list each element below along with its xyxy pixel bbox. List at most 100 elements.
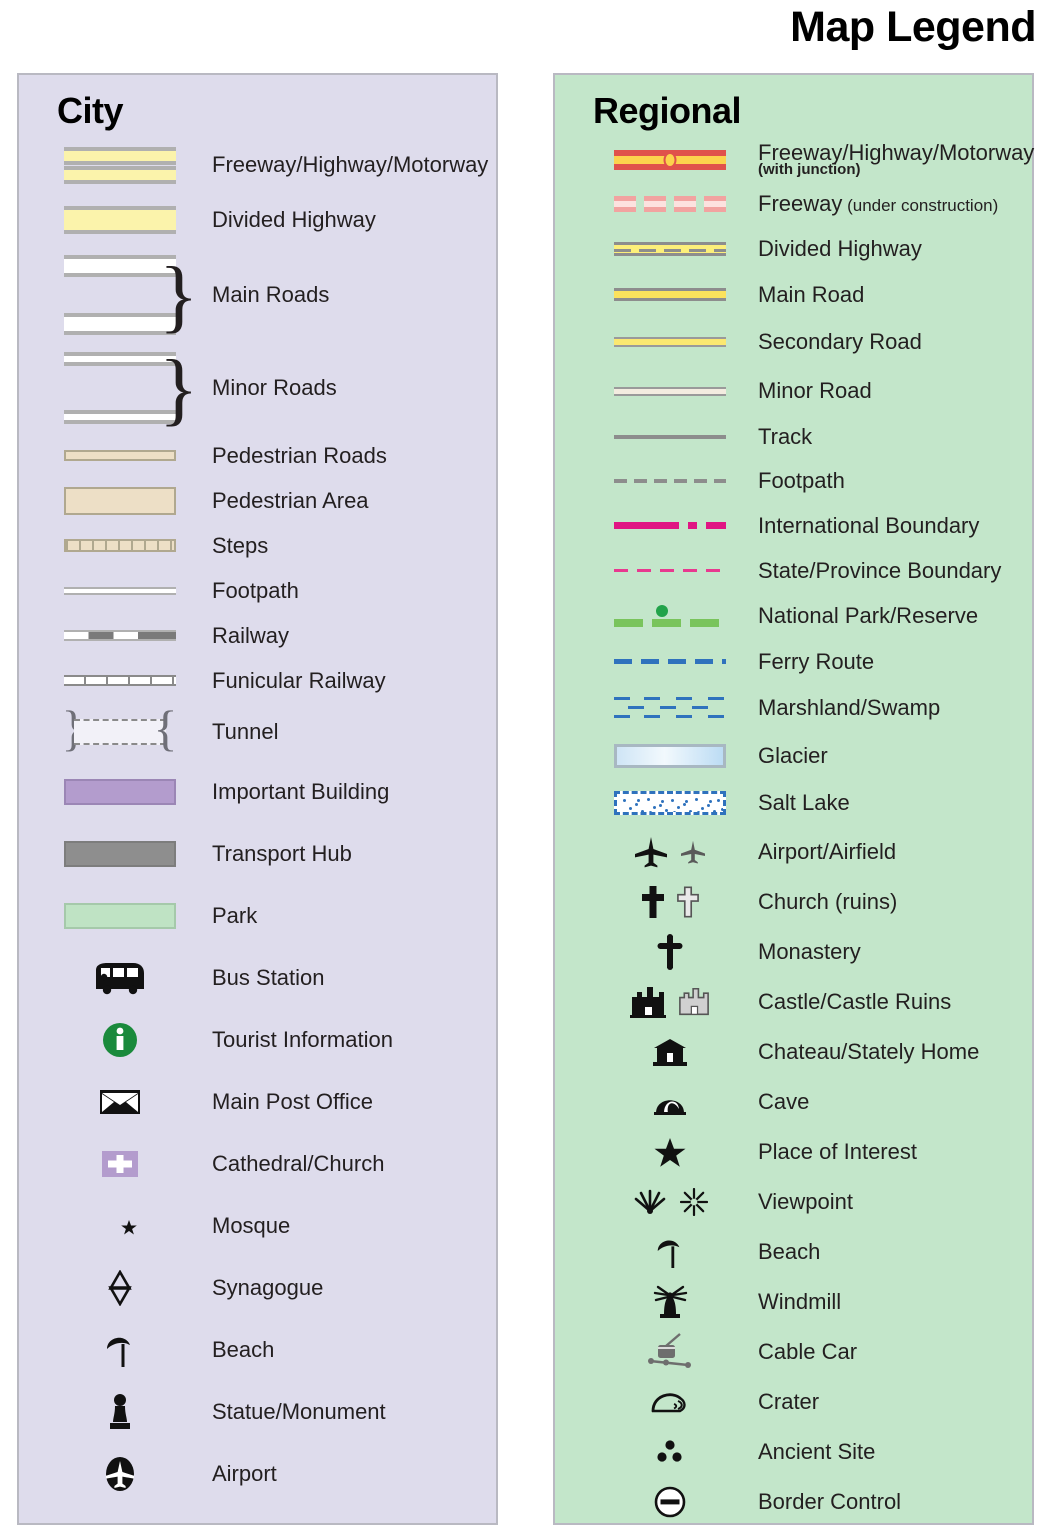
ferry-route-symbol	[600, 659, 740, 664]
glacier-swatch-symbol	[600, 743, 740, 768]
legend-label: Windmill	[758, 1289, 842, 1315]
regional-freeway-under-construction-symbol	[600, 196, 740, 212]
legend-row-regional-freeway-junction: Freeway/Highway/Motorway (with junction)	[555, 137, 1034, 182]
legend-row-regional-chateau: Chateau/Stately Home	[555, 1027, 1032, 1077]
footpath-thin-line-symbol	[42, 586, 197, 595]
marshland-pattern-symbol	[600, 695, 740, 721]
legend-label: Place of Interest	[758, 1139, 917, 1165]
transport-hub-swatch-symbol	[42, 841, 197, 867]
star-icon	[600, 1137, 740, 1168]
legend-row-regional-castle: Castle/Castle Ruins	[555, 977, 1032, 1027]
legend-row-city-pedestrian-roads: Pedestrian Roads	[19, 433, 496, 478]
legend-row-city-tunnel: } { Tunnel	[19, 703, 496, 761]
legend-label: Footpath	[758, 468, 845, 494]
legend-label: Transport Hub	[212, 841, 352, 867]
legend-label: Mosque	[212, 1213, 291, 1239]
legend-row-regional-ferry-route: Ferry Route	[555, 639, 1032, 684]
legend-label: Freeway/Highway/Motorway	[212, 152, 489, 178]
legend-row-city-beach: Beach	[19, 1319, 496, 1381]
legend-row-city-important-building: Important Building	[19, 761, 496, 823]
regional-secondary-road-symbol	[600, 337, 740, 347]
legend-label: Border Control	[758, 1489, 902, 1515]
cave-icon	[600, 1087, 740, 1117]
castle-icons	[600, 985, 740, 1019]
regional-footpath-symbol	[600, 479, 740, 483]
legend-label: National Park/Reserve	[758, 603, 979, 629]
legend-label: Tunnel	[212, 719, 279, 745]
legend-row-city-footpath: Footpath	[19, 568, 496, 613]
legend-row-city-freeway: Freeway/Highway/Motorway	[19, 137, 496, 193]
brace-icon: }	[159, 249, 199, 341]
legend-label: Steps	[212, 532, 269, 558]
cross-outline-icon	[677, 886, 699, 918]
main-roads-pair-brace-symbol: }	[42, 249, 199, 341]
legend-row-city-cathedral-church: Cathedral/Church	[19, 1133, 496, 1195]
legend-label: Ferry Route	[758, 648, 875, 674]
legend-label: Main Road	[758, 281, 865, 307]
legend-label: Synagogue	[212, 1275, 324, 1301]
important-building-swatch-symbol	[42, 779, 197, 805]
airport-plane-icon	[42, 1454, 197, 1494]
legend-label: Airport	[212, 1461, 277, 1487]
legend-row-regional-border-control: Border Control	[555, 1477, 1032, 1527]
legend-label: International Boundary	[758, 512, 980, 538]
crescent-star-icon	[42, 1209, 197, 1243]
legend-row-regional-footpath: Footpath	[555, 459, 1032, 503]
legend-row-city-bus-station: Bus Station	[19, 947, 496, 1009]
legend-label: Cathedral/Church	[212, 1151, 385, 1177]
legend-row-city-statue-monument: Statue/Monument	[19, 1381, 496, 1443]
legend-row-regional-windmill: Windmill	[555, 1277, 1032, 1327]
legend-row-regional-freeway-construction: Freeway (under construction)	[555, 182, 1032, 226]
legend-row-city-minor-roads: } Minor Roads	[19, 343, 496, 433]
legend-row-regional-marshland: Marshland/Swamp	[555, 684, 1032, 732]
legend-row-regional-state-boundary: State/Province Boundary	[555, 548, 1032, 593]
legend-label: Viewpoint	[758, 1189, 853, 1215]
legend-row-regional-cable-car: Cable Car	[555, 1327, 1032, 1377]
legend-label: Cable Car	[758, 1339, 858, 1365]
legend-label: Important Building	[212, 779, 390, 805]
regional-divided-highway-symbol	[600, 242, 740, 256]
legend-row-city-main-post-office: Main Post Office	[19, 1071, 496, 1133]
legend-label: Park	[212, 903, 258, 929]
regional-track-symbol	[600, 435, 740, 439]
monastery-cross-icon	[600, 934, 740, 970]
castle-ruins-icon	[679, 987, 709, 1016]
legend-label: Minor Road	[758, 378, 872, 404]
statue-icon	[42, 1392, 197, 1432]
legend-label: Ancient Site	[758, 1439, 876, 1465]
city-panel-heading: City	[57, 90, 124, 131]
cable-car-icon	[600, 1332, 740, 1372]
legend-row-city-divided-highway: Divided Highway	[19, 193, 496, 247]
legend-row-regional-place-of-interest: Place of Interest	[555, 1127, 1032, 1177]
legend-row-city-mosque: Mosque	[19, 1195, 496, 1257]
star-of-david-icon	[42, 1270, 197, 1306]
legend-label: State/Province Boundary	[758, 557, 1002, 583]
legend-row-regional-divided-highway: Divided Highway	[555, 226, 1032, 272]
cross-filled-icon	[642, 886, 664, 918]
legend-label: Freeway/Highway/Motorway (with junction)	[758, 141, 1034, 178]
regional-main-road-symbol	[600, 288, 740, 301]
legend-row-city-steps: Steps	[19, 523, 496, 568]
salt-lake-swatch-symbol	[600, 791, 740, 815]
viewpoint-burst-icon	[680, 1188, 708, 1216]
legend-label: Minor Roads	[212, 375, 337, 401]
regional-legend-list: Freeway/Highway/Motorway (with junction)…	[555, 137, 1034, 1527]
legend-label: Tourist Information	[212, 1027, 393, 1053]
steps-hatched-band-symbol	[42, 539, 197, 552]
railway-dashed-line-symbol	[42, 630, 197, 641]
legend-label: Secondary Road	[758, 329, 922, 355]
legend-label: Railway	[212, 622, 290, 648]
viewpoint-fan-icon	[634, 1189, 666, 1214]
legend-row-regional-track: Track	[555, 415, 1032, 459]
legend-row-city-synagogue: Synagogue	[19, 1257, 496, 1319]
bus-icon	[42, 961, 197, 995]
legend-row-regional-beach: Beach	[555, 1227, 1032, 1277]
information-icon	[42, 1020, 197, 1060]
legend-row-city-funicular-railway: Funicular Railway	[19, 658, 496, 703]
freeway-double-band-symbol	[42, 146, 197, 184]
legend-label: Pedestrian Area	[212, 487, 369, 513]
page-title: Map Legend	[790, 3, 1036, 51]
international-boundary-symbol	[600, 522, 740, 529]
legend-label: Chateau/Stately Home	[758, 1039, 980, 1065]
chateau-icon	[600, 1037, 740, 1067]
